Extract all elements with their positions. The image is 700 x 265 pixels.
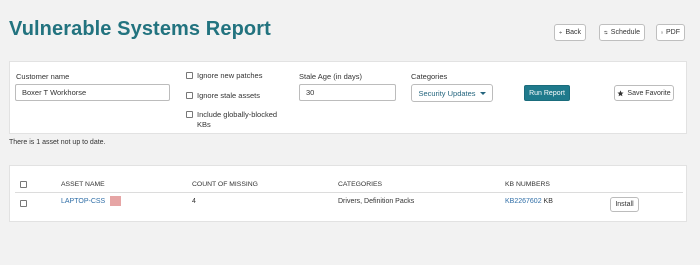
stale-age-label: Stale Age (in days): [299, 72, 362, 81]
ignore-stale-assets-option[interactable]: Ignore stale assets: [186, 91, 260, 101]
categories-cell: Drivers, Definition Packs: [338, 198, 415, 205]
arrow-left-icon: [559, 31, 563, 34]
kb-suffix: KB: [541, 198, 553, 205]
ignore-stale-assets-checkbox[interactable]: [186, 92, 193, 99]
customer-name-label: Customer name: [16, 72, 70, 81]
ignore-new-patches-checkbox[interactable]: [186, 72, 193, 79]
page-title: Vulnerable Systems Report: [9, 18, 271, 40]
include-blocked-kbs-option[interactable]: Include globally-blocked KBs: [186, 110, 277, 130]
categories-dropdown[interactable]: Security Updates: [411, 84, 493, 102]
categories-selected: Security Updates: [418, 88, 476, 98]
categories-label: Categories: [411, 72, 448, 81]
schedule-button[interactable]: Schedule: [599, 24, 645, 41]
asset-name-link[interactable]: LAPTOP-CSS: [61, 198, 105, 205]
column-header-asset-name[interactable]: ASSET NAME: [61, 181, 105, 188]
pdf-button-label: PDF: [666, 29, 680, 36]
save-favorite-button[interactable]: Save Favorite: [614, 85, 674, 101]
customer-name-input[interactable]: Boxer T Workhorse: [15, 84, 170, 101]
run-report-label: Run Report: [529, 89, 565, 97]
document-icon: [661, 31, 663, 34]
ignore-new-patches-label: Ignore new patches: [197, 71, 263, 80]
results-panel: [9, 165, 687, 222]
select-all-checkbox[interactable]: [20, 181, 27, 188]
status-message: There is 1 asset not up to date.: [9, 139, 106, 146]
schedule-button-label: Schedule: [610, 29, 640, 36]
kb-numbers-cell: KB2267602 KB: [505, 198, 553, 205]
ignore-new-patches-option[interactable]: Ignore new patches: [186, 71, 262, 81]
column-header-kb-numbers[interactable]: KB NUMBERS: [505, 181, 550, 188]
run-report-button[interactable]: Run Report: [524, 85, 570, 101]
back-button[interactable]: Back: [554, 24, 586, 41]
install-button-label: Install: [615, 201, 634, 208]
refresh-icon: [604, 30, 608, 35]
caret-down-icon: [479, 91, 486, 95]
customer-name-value: Boxer T Workhorse: [22, 88, 87, 97]
include-blocked-kbs-label: Include globally-blocked KBs: [197, 110, 277, 130]
include-blocked-kbs-label-line2: KBs: [197, 120, 211, 129]
count-missing-cell: 4: [192, 198, 196, 205]
row-checkbox[interactable]: [20, 200, 27, 207]
include-blocked-kbs-label-line1: Include globally-blocked: [197, 110, 278, 119]
star-icon: [617, 89, 624, 96]
save-favorite-label: Save Favorite: [627, 89, 671, 97]
pdf-button[interactable]: PDF: [656, 24, 685, 41]
include-blocked-kbs-checkbox[interactable]: [186, 111, 193, 118]
install-button[interactable]: Install: [610, 197, 639, 212]
kb-link[interactable]: KB2267602: [505, 198, 542, 205]
column-header-categories[interactable]: CATEGORIES: [338, 181, 382, 188]
stale-age-value: 30: [306, 88, 315, 97]
asset-status-swatch: [110, 196, 121, 206]
ignore-stale-assets-label: Ignore stale assets: [197, 91, 260, 100]
header-divider: [15, 192, 683, 193]
column-header-count-missing[interactable]: COUNT OF MISSING: [192, 181, 258, 188]
stale-age-input[interactable]: 30: [299, 84, 396, 101]
back-button-label: Back: [565, 29, 581, 36]
